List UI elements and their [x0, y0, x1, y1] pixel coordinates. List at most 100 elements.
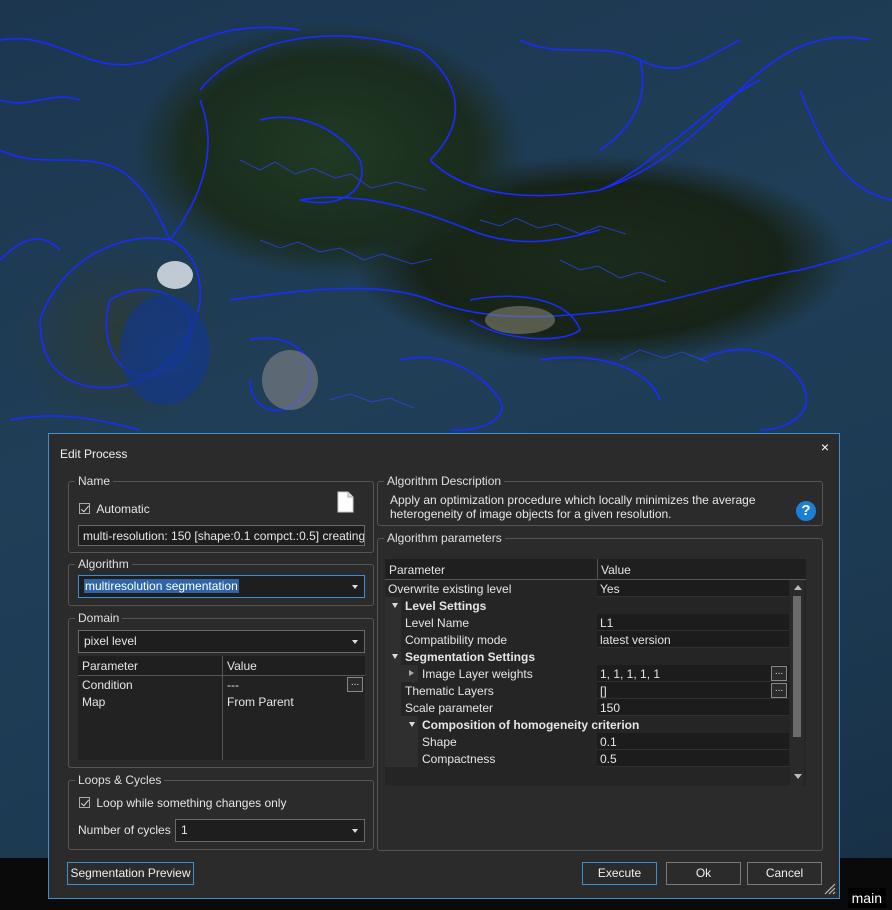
parameter-row[interactable]: Overwrite existing level Yes: [385, 580, 789, 597]
automatic-checkbox[interactable]: [79, 503, 90, 515]
parameter-value[interactable]: L1: [600, 616, 613, 630]
domain-group-legend: Domain: [75, 611, 123, 625]
scroll-down-icon[interactable]: [794, 774, 802, 779]
row-indent-gutter: [385, 665, 401, 682]
parameter-row[interactable]: Scale parameter 150: [385, 699, 789, 716]
parameter-value[interactable]: 0.1: [600, 735, 617, 749]
cycles-select[interactable]: 1: [175, 819, 365, 842]
value-cell-bg: [597, 733, 789, 750]
collapse-arrow-icon[interactable]: [392, 654, 398, 659]
row-indent-gutter: [385, 682, 401, 699]
parameter-row[interactable]: Thematic Layers []...: [385, 682, 789, 699]
parameter-row[interactable]: Compatibility mode latest version: [385, 631, 789, 648]
automatic-label: Automatic: [96, 501, 150, 516]
row-indent-gutter: [401, 750, 418, 767]
domain-parameter-grid: Parameter Value Condition --- ... Map Fr…: [78, 656, 365, 760]
parameter-row[interactable]: Image Layer weights 1, 1, 1, 1, 1...: [385, 665, 789, 682]
help-icon[interactable]: ?: [796, 501, 816, 521]
scroll-up-icon[interactable]: [794, 585, 802, 590]
parameter-value[interactable]: latest version: [600, 633, 671, 647]
close-icon[interactable]: ×: [821, 439, 829, 455]
parameter-row[interactable]: Compactness 0.5: [385, 750, 789, 767]
domain-row-parameter[interactable]: Condition: [82, 678, 133, 692]
param-col-parameter: Parameter: [389, 563, 446, 577]
dialog-titlebar[interactable]: Edit Process ×: [49, 434, 839, 472]
parameter-name: Thematic Layers: [405, 684, 494, 698]
value-cell-bg: [597, 699, 789, 716]
parameters-grid-header: [385, 559, 806, 580]
value-cell-bg: [597, 580, 789, 597]
ok-button[interactable]: Ok: [666, 862, 741, 885]
name-group: Name Automatic multi-resolution: 150 [sh…: [68, 474, 374, 553]
collapse-arrow-icon[interactable]: [409, 722, 415, 727]
algorithm-select[interactable]: multiresolution segmentation: [78, 575, 365, 598]
domain-select[interactable]: pixel level: [78, 630, 365, 653]
collapse-arrow-icon[interactable]: [392, 603, 398, 608]
domain-selected-value: pixel level: [84, 634, 137, 648]
domain-col-value: Value: [227, 659, 257, 673]
algorithm-parameters-group: Algorithm parameters Parameter Value Ove…: [377, 531, 823, 851]
column-divider: [222, 656, 223, 760]
dialog-title: Edit Process: [60, 447, 128, 461]
param-col-value: Value: [601, 563, 631, 577]
algorithm-description-group: Algorithm Description Apply an optimizat…: [377, 474, 823, 526]
parameter-row[interactable]: Segmentation Settings: [385, 648, 789, 665]
algorithm-selected-value: multiresolution segmentation: [84, 579, 239, 593]
automatic-checkbox-row[interactable]: Automatic: [79, 501, 150, 516]
value-cell-bg: [597, 614, 789, 631]
main-window-tag: main: [847, 888, 886, 908]
row-indent-gutter: [385, 614, 401, 631]
loops-cycles-group: Loops & Cycles Loop while something chan…: [68, 773, 374, 850]
loop-checkbox-row[interactable]: Loop while something changes only: [79, 795, 286, 810]
value-ellipsis-button[interactable]: ...: [771, 683, 787, 698]
parameter-value[interactable]: 1, 1, 1, 1, 1: [600, 667, 660, 681]
execute-button[interactable]: Execute: [582, 862, 657, 885]
value-ellipsis-button[interactable]: ...: [771, 666, 787, 681]
cancel-button[interactable]: Cancel: [747, 862, 822, 885]
parameters-rows: Overwrite existing level Yes Level Setting…: [385, 580, 789, 786]
edit-process-dialog: Edit Process × Name Automatic multi-reso…: [48, 433, 840, 899]
chevron-down-icon: [352, 829, 358, 833]
parameters-legend: Algorithm parameters: [384, 531, 505, 545]
domain-row-parameter[interactable]: Map: [82, 695, 105, 709]
parameter-row[interactable]: Level Name L1: [385, 614, 789, 631]
parameter-value[interactable]: 0.5: [600, 752, 617, 766]
domain-row-value[interactable]: ---: [227, 678, 239, 692]
new-document-icon[interactable]: [337, 491, 354, 513]
algorithm-group: Algorithm multiresolution segmentation: [68, 557, 374, 606]
help-glyph: ?: [801, 502, 811, 519]
segmentation-preview-button[interactable]: Segmentation Preview: [67, 862, 194, 885]
process-name-field[interactable]: multi-resolution: 150 [shape:0.1 compct.…: [78, 525, 365, 546]
parameter-value[interactable]: 150: [600, 701, 620, 715]
domain-row-value[interactable]: From Parent: [227, 695, 294, 709]
parameter-name: Compactness: [422, 752, 496, 766]
domain-group: Domain pixel level Parameter Value Condi…: [68, 611, 374, 768]
chevron-down-icon: [352, 585, 358, 589]
condition-ellipsis-button[interactable]: ...: [347, 677, 363, 692]
parameter-row[interactable]: Composition of homogeneity criterion: [385, 716, 789, 733]
loop-checkbox[interactable]: [79, 797, 90, 809]
parameter-value[interactable]: Yes: [600, 582, 620, 596]
expand-arrow-icon[interactable]: [409, 670, 414, 676]
name-group-legend: Name: [75, 474, 114, 488]
parameter-row[interactable]: Level Settings: [385, 597, 789, 614]
row-indent-gutter: [385, 750, 401, 767]
parameter-name: Image Layer weights: [422, 667, 533, 681]
row-indent-gutter: [385, 699, 401, 716]
parameters-scrollbar[interactable]: [790, 580, 804, 786]
description-legend: Algorithm Description: [384, 474, 505, 488]
row-indent-gutter: [401, 733, 418, 750]
parameter-name: Scale parameter: [405, 701, 494, 715]
chevron-down-icon: [352, 640, 358, 644]
scrollbar-thumb[interactable]: [793, 596, 801, 737]
row-indent-gutter: [385, 716, 401, 733]
resize-grip-icon[interactable]: [824, 883, 836, 895]
parameter-row[interactable]: Shape 0.1: [385, 733, 789, 750]
parameter-name: Level Settings: [405, 599, 487, 613]
parameter-name: Shape: [422, 735, 457, 749]
parameter-name: Segmentation Settings: [405, 650, 536, 664]
value-cell-bg: [597, 750, 789, 767]
parameter-value[interactable]: []: [600, 684, 607, 698]
column-divider: [597, 559, 598, 579]
cycles-selected-value: 1: [181, 823, 188, 837]
